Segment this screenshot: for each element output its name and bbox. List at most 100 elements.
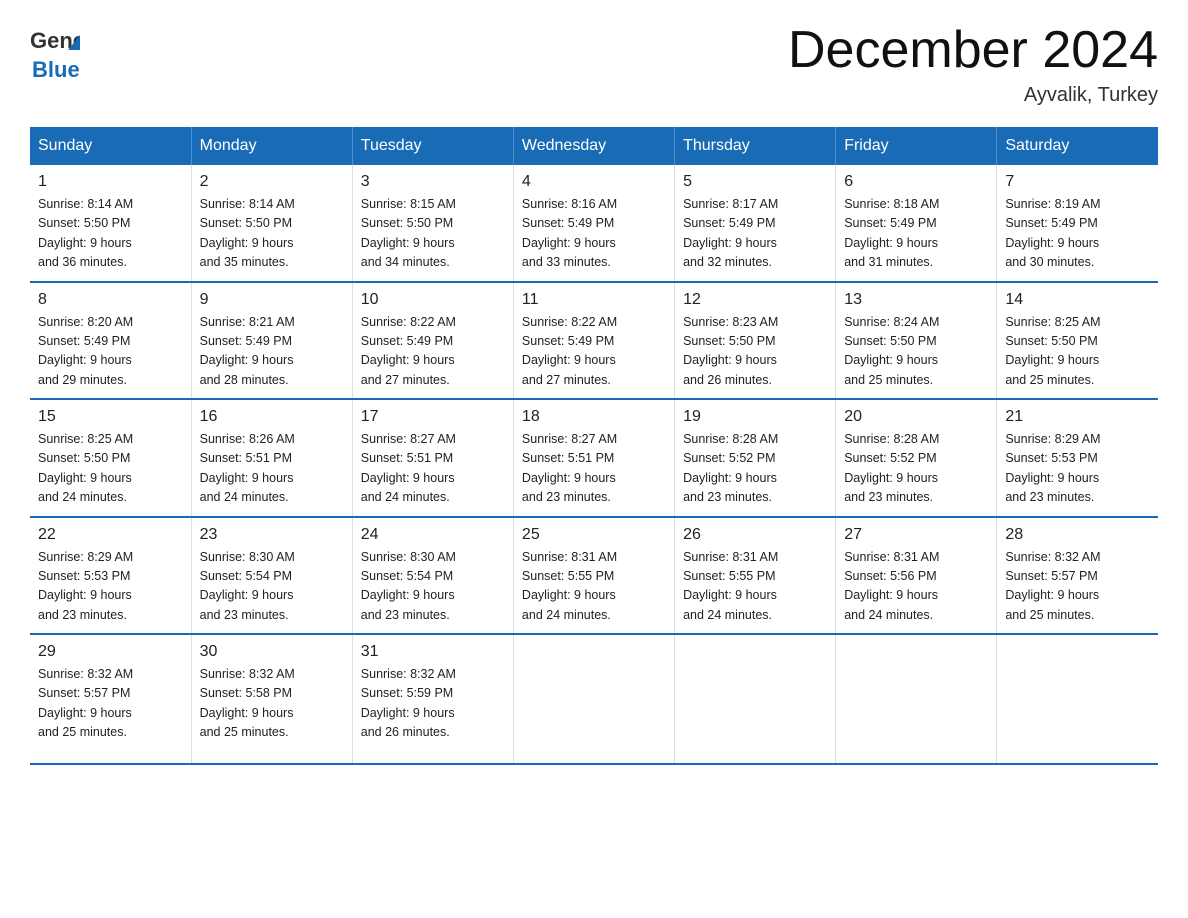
calendar-day-cell: 10 Sunrise: 8:22 AMSunset: 5:49 PMDaylig… <box>352 282 513 400</box>
calendar-day-cell: 20 Sunrise: 8:28 AMSunset: 5:52 PMDaylig… <box>836 399 997 517</box>
calendar-day-cell: 16 Sunrise: 8:26 AMSunset: 5:51 PMDaylig… <box>191 399 352 517</box>
calendar-week-row: 8 Sunrise: 8:20 AMSunset: 5:49 PMDayligh… <box>30 282 1158 400</box>
header-monday: Monday <box>191 127 352 165</box>
day-info: Sunrise: 8:22 AMSunset: 5:49 PMDaylight:… <box>361 313 505 391</box>
day-info: Sunrise: 8:24 AMSunset: 5:50 PMDaylight:… <box>844 313 988 391</box>
day-number: 11 <box>522 291 666 309</box>
calendar-day-cell: 9 Sunrise: 8:21 AMSunset: 5:49 PMDayligh… <box>191 282 352 400</box>
day-number: 28 <box>1005 526 1150 544</box>
calendar-day-cell: 7 Sunrise: 8:19 AMSunset: 5:49 PMDayligh… <box>997 165 1158 282</box>
day-info: Sunrise: 8:31 AMSunset: 5:55 PMDaylight:… <box>522 548 666 626</box>
day-number: 3 <box>361 173 505 191</box>
header-saturday: Saturday <box>997 127 1158 165</box>
calendar-day-cell: 30 Sunrise: 8:32 AMSunset: 5:58 PMDaylig… <box>191 634 352 764</box>
calendar-day-cell: 26 Sunrise: 8:31 AMSunset: 5:55 PMDaylig… <box>675 517 836 635</box>
header-sunday: Sunday <box>30 127 191 165</box>
day-number: 15 <box>38 408 183 426</box>
day-number: 5 <box>683 173 827 191</box>
day-info: Sunrise: 8:31 AMSunset: 5:56 PMDaylight:… <box>844 548 988 626</box>
day-info: Sunrise: 8:29 AMSunset: 5:53 PMDaylight:… <box>1005 430 1150 508</box>
calendar-table: Sunday Monday Tuesday Wednesday Thursday… <box>30 127 1158 765</box>
day-info: Sunrise: 8:32 AMSunset: 5:57 PMDaylight:… <box>1005 548 1150 626</box>
calendar-day-cell: 21 Sunrise: 8:29 AMSunset: 5:53 PMDaylig… <box>997 399 1158 517</box>
calendar-day-cell: 31 Sunrise: 8:32 AMSunset: 5:59 PMDaylig… <box>352 634 513 764</box>
header-friday: Friday <box>836 127 997 165</box>
day-info: Sunrise: 8:23 AMSunset: 5:50 PMDaylight:… <box>683 313 827 391</box>
day-number: 29 <box>38 643 183 661</box>
day-info: Sunrise: 8:20 AMSunset: 5:49 PMDaylight:… <box>38 313 183 391</box>
day-info: Sunrise: 8:30 AMSunset: 5:54 PMDaylight:… <box>361 548 505 626</box>
calendar-week-row: 15 Sunrise: 8:25 AMSunset: 5:50 PMDaylig… <box>30 399 1158 517</box>
header-wednesday: Wednesday <box>513 127 674 165</box>
day-info: Sunrise: 8:28 AMSunset: 5:52 PMDaylight:… <box>683 430 827 508</box>
day-number: 18 <box>522 408 666 426</box>
calendar-day-cell: 13 Sunrise: 8:24 AMSunset: 5:50 PMDaylig… <box>836 282 997 400</box>
calendar-body: 1 Sunrise: 8:14 AMSunset: 5:50 PMDayligh… <box>30 165 1158 764</box>
calendar-day-cell <box>675 634 836 764</box>
weekday-header-row: Sunday Monday Tuesday Wednesday Thursday… <box>30 127 1158 165</box>
calendar-day-cell: 27 Sunrise: 8:31 AMSunset: 5:56 PMDaylig… <box>836 517 997 635</box>
calendar-week-row: 1 Sunrise: 8:14 AMSunset: 5:50 PMDayligh… <box>30 165 1158 282</box>
location-title: Ayvalik, Turkey <box>788 84 1158 107</box>
day-number: 24 <box>361 526 505 544</box>
day-info: Sunrise: 8:25 AMSunset: 5:50 PMDaylight:… <box>38 430 183 508</box>
header-tuesday: Tuesday <box>352 127 513 165</box>
day-number: 6 <box>844 173 988 191</box>
page-header: General Blue December 2024 Ayvalik, Turk… <box>30 20 1158 107</box>
day-number: 12 <box>683 291 827 309</box>
day-number: 2 <box>200 173 344 191</box>
day-number: 31 <box>361 643 505 661</box>
calendar-day-cell: 19 Sunrise: 8:28 AMSunset: 5:52 PMDaylig… <box>675 399 836 517</box>
day-info: Sunrise: 8:29 AMSunset: 5:53 PMDaylight:… <box>38 548 183 626</box>
day-info: Sunrise: 8:15 AMSunset: 5:50 PMDaylight:… <box>361 195 505 273</box>
title-section: December 2024 Ayvalik, Turkey <box>788 20 1158 107</box>
day-number: 9 <box>200 291 344 309</box>
calendar-day-cell <box>997 634 1158 764</box>
day-number: 16 <box>200 408 344 426</box>
calendar-day-cell: 5 Sunrise: 8:17 AMSunset: 5:49 PMDayligh… <box>675 165 836 282</box>
calendar-day-cell: 4 Sunrise: 8:16 AMSunset: 5:49 PMDayligh… <box>513 165 674 282</box>
day-info: Sunrise: 8:32 AMSunset: 5:57 PMDaylight:… <box>38 665 183 743</box>
day-number: 13 <box>844 291 988 309</box>
day-info: Sunrise: 8:32 AMSunset: 5:59 PMDaylight:… <box>361 665 505 743</box>
calendar-day-cell <box>836 634 997 764</box>
calendar-day-cell: 15 Sunrise: 8:25 AMSunset: 5:50 PMDaylig… <box>30 399 191 517</box>
calendar-day-cell <box>513 634 674 764</box>
day-info: Sunrise: 8:16 AMSunset: 5:49 PMDaylight:… <box>522 195 666 273</box>
calendar-week-row: 22 Sunrise: 8:29 AMSunset: 5:53 PMDaylig… <box>30 517 1158 635</box>
day-number: 17 <box>361 408 505 426</box>
logo-blue-text: Blue <box>32 57 80 83</box>
calendar-day-cell: 18 Sunrise: 8:27 AMSunset: 5:51 PMDaylig… <box>513 399 674 517</box>
day-number: 1 <box>38 173 183 191</box>
day-info: Sunrise: 8:22 AMSunset: 5:49 PMDaylight:… <box>522 313 666 391</box>
calendar-day-cell: 1 Sunrise: 8:14 AMSunset: 5:50 PMDayligh… <box>30 165 191 282</box>
day-number: 30 <box>200 643 344 661</box>
day-info: Sunrise: 8:25 AMSunset: 5:50 PMDaylight:… <box>1005 313 1150 391</box>
day-info: Sunrise: 8:26 AMSunset: 5:51 PMDaylight:… <box>200 430 344 508</box>
day-info: Sunrise: 8:30 AMSunset: 5:54 PMDaylight:… <box>200 548 344 626</box>
day-info: Sunrise: 8:31 AMSunset: 5:55 PMDaylight:… <box>683 548 827 626</box>
day-number: 27 <box>844 526 988 544</box>
day-info: Sunrise: 8:27 AMSunset: 5:51 PMDaylight:… <box>522 430 666 508</box>
calendar-day-cell: 8 Sunrise: 8:20 AMSunset: 5:49 PMDayligh… <box>30 282 191 400</box>
calendar-day-cell: 28 Sunrise: 8:32 AMSunset: 5:57 PMDaylig… <box>997 517 1158 635</box>
calendar-week-row: 29 Sunrise: 8:32 AMSunset: 5:57 PMDaylig… <box>30 634 1158 764</box>
day-number: 8 <box>38 291 183 309</box>
calendar-day-cell: 24 Sunrise: 8:30 AMSunset: 5:54 PMDaylig… <box>352 517 513 635</box>
logo: General Blue <box>30 20 80 83</box>
day-number: 21 <box>1005 408 1150 426</box>
calendar-day-cell: 3 Sunrise: 8:15 AMSunset: 5:50 PMDayligh… <box>352 165 513 282</box>
day-info: Sunrise: 8:21 AMSunset: 5:49 PMDaylight:… <box>200 313 344 391</box>
header-thursday: Thursday <box>675 127 836 165</box>
day-number: 19 <box>683 408 827 426</box>
day-number: 7 <box>1005 173 1150 191</box>
day-info: Sunrise: 8:14 AMSunset: 5:50 PMDaylight:… <box>38 195 183 273</box>
calendar-day-cell: 2 Sunrise: 8:14 AMSunset: 5:50 PMDayligh… <box>191 165 352 282</box>
calendar-header: Sunday Monday Tuesday Wednesday Thursday… <box>30 127 1158 165</box>
calendar-day-cell: 29 Sunrise: 8:32 AMSunset: 5:57 PMDaylig… <box>30 634 191 764</box>
day-number: 4 <box>522 173 666 191</box>
calendar-day-cell: 6 Sunrise: 8:18 AMSunset: 5:49 PMDayligh… <box>836 165 997 282</box>
day-info: Sunrise: 8:18 AMSunset: 5:49 PMDaylight:… <box>844 195 988 273</box>
calendar-day-cell: 14 Sunrise: 8:25 AMSunset: 5:50 PMDaylig… <box>997 282 1158 400</box>
day-number: 10 <box>361 291 505 309</box>
